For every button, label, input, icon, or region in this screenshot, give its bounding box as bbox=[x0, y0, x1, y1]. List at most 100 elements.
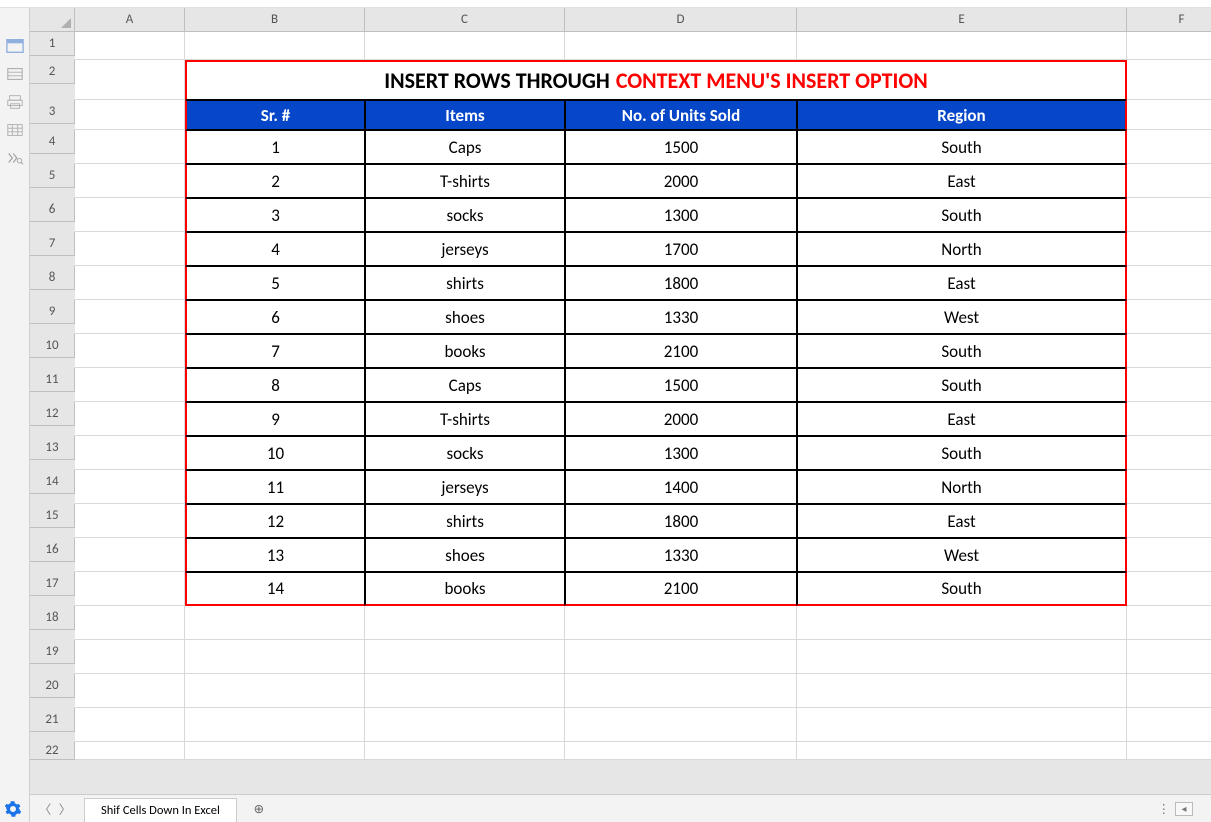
table-cell-r4-c2[interactable]: 1700 bbox=[565, 232, 797, 266]
cell-D20[interactable] bbox=[565, 674, 797, 708]
cell-F4[interactable] bbox=[1127, 130, 1211, 164]
col-head-F[interactable]: F bbox=[1127, 8, 1211, 32]
cell-B1[interactable] bbox=[185, 32, 365, 60]
table-cell-r12-c3[interactable]: East bbox=[797, 504, 1127, 538]
cell-F12[interactable] bbox=[1127, 402, 1211, 436]
cell-F8[interactable] bbox=[1127, 266, 1211, 300]
table-cell-r8-c2[interactable]: 1500 bbox=[565, 368, 797, 402]
cell-A1[interactable] bbox=[75, 32, 185, 60]
row-head-20[interactable]: 20 bbox=[30, 674, 75, 698]
table-cell-r11-c1[interactable]: jerseys bbox=[365, 470, 565, 504]
cell-A22[interactable] bbox=[75, 742, 185, 760]
row-head-14[interactable]: 14 bbox=[30, 470, 75, 494]
sidebar-icon-grid[interactable] bbox=[6, 122, 24, 138]
table-cell-r10-c1[interactable]: socks bbox=[365, 436, 565, 470]
cell-F14[interactable] bbox=[1127, 470, 1211, 504]
table-cell-r7-c2[interactable]: 2100 bbox=[565, 334, 797, 368]
cell-A10[interactable] bbox=[75, 334, 185, 368]
row-head-6[interactable]: 6 bbox=[30, 198, 75, 222]
table-cell-r7-c3[interactable]: South bbox=[797, 334, 1127, 368]
table-cell-r1-c0[interactable]: 1 bbox=[185, 130, 365, 164]
cell-F2[interactable] bbox=[1127, 60, 1211, 100]
cell-A14[interactable] bbox=[75, 470, 185, 504]
cell-E22[interactable] bbox=[797, 742, 1127, 760]
row-head-7[interactable]: 7 bbox=[30, 232, 75, 256]
table-cell-r14-c2[interactable]: 2100 bbox=[565, 572, 797, 606]
row-head-4[interactable]: 4 bbox=[30, 130, 75, 154]
table-cell-r3-c0[interactable]: 3 bbox=[185, 198, 365, 232]
cell-D22[interactable] bbox=[565, 742, 797, 760]
table-cell-r7-c0[interactable]: 7 bbox=[185, 334, 365, 368]
cell-A12[interactable] bbox=[75, 402, 185, 436]
table-cell-r10-c2[interactable]: 1300 bbox=[565, 436, 797, 470]
table-cell-r5-c1[interactable]: shirts bbox=[365, 266, 565, 300]
select-all-corner[interactable] bbox=[30, 8, 75, 32]
cell-D18[interactable] bbox=[565, 606, 797, 640]
cell-F21[interactable] bbox=[1127, 708, 1211, 742]
col-head-B[interactable]: B bbox=[185, 8, 365, 32]
cell-F13[interactable] bbox=[1127, 436, 1211, 470]
table-cell-r9-c2[interactable]: 2000 bbox=[565, 402, 797, 436]
table-cell-r1-c1[interactable]: Caps bbox=[365, 130, 565, 164]
cell-A19[interactable] bbox=[75, 640, 185, 674]
table-cell-r1-c3[interactable]: South bbox=[797, 130, 1127, 164]
cell-A6[interactable] bbox=[75, 198, 185, 232]
table-cell-r8-c0[interactable]: 8 bbox=[185, 368, 365, 402]
cell-A3[interactable] bbox=[75, 100, 185, 130]
table-cell-r12-c0[interactable]: 12 bbox=[185, 504, 365, 538]
cell-A21[interactable] bbox=[75, 708, 185, 742]
row-head-9[interactable]: 9 bbox=[30, 300, 75, 324]
cell-B18[interactable] bbox=[185, 606, 365, 640]
row-head-19[interactable]: 19 bbox=[30, 640, 75, 664]
row-head-10[interactable]: 10 bbox=[30, 334, 75, 358]
cell-E21[interactable] bbox=[797, 708, 1127, 742]
cell-F18[interactable] bbox=[1127, 606, 1211, 640]
table-cell-r5-c0[interactable]: 5 bbox=[185, 266, 365, 300]
table-cell-r2-c0[interactable]: 2 bbox=[185, 164, 365, 198]
col-head-A[interactable]: A bbox=[75, 8, 185, 32]
cell-F3[interactable] bbox=[1127, 100, 1211, 130]
table-cell-r9-c0[interactable]: 9 bbox=[185, 402, 365, 436]
cell-B19[interactable] bbox=[185, 640, 365, 674]
table-cell-r6-c3[interactable]: West bbox=[797, 300, 1127, 334]
cell-A8[interactable] bbox=[75, 266, 185, 300]
cell-A4[interactable] bbox=[75, 130, 185, 164]
table-cell-r1-c2[interactable]: 1500 bbox=[565, 130, 797, 164]
cell-C19[interactable] bbox=[365, 640, 565, 674]
add-sheet-button[interactable]: ⊕ bbox=[247, 797, 271, 821]
cell-E18[interactable] bbox=[797, 606, 1127, 640]
row-head-11[interactable]: 11 bbox=[30, 368, 75, 392]
table-cell-r14-c0[interactable]: 14 bbox=[185, 572, 365, 606]
cell-C21[interactable] bbox=[365, 708, 565, 742]
table-cell-r3-c2[interactable]: 1300 bbox=[565, 198, 797, 232]
cell-A13[interactable] bbox=[75, 436, 185, 470]
table-cell-r12-c2[interactable]: 1800 bbox=[565, 504, 797, 538]
cell-A9[interactable] bbox=[75, 300, 185, 334]
table-cell-r10-c3[interactable]: South bbox=[797, 436, 1127, 470]
table-cell-r6-c2[interactable]: 1330 bbox=[565, 300, 797, 334]
row-head-2[interactable]: 2 bbox=[30, 60, 75, 84]
col-head-E[interactable]: E bbox=[797, 8, 1127, 32]
sidebar-icon-1[interactable] bbox=[6, 38, 24, 54]
table-cell-r11-c3[interactable]: North bbox=[797, 470, 1127, 504]
cell-A5[interactable] bbox=[75, 164, 185, 198]
table-header-1[interactable]: Items bbox=[365, 100, 565, 130]
hscroll-left[interactable]: ◂ bbox=[1175, 802, 1193, 816]
sheet-tab-active[interactable]: Shif Cells Down In Excel bbox=[84, 798, 237, 822]
cell-E19[interactable] bbox=[797, 640, 1127, 674]
cell-F19[interactable] bbox=[1127, 640, 1211, 674]
table-cell-r8-c1[interactable]: Caps bbox=[365, 368, 565, 402]
cell-F17[interactable] bbox=[1127, 572, 1211, 606]
cell-A18[interactable] bbox=[75, 606, 185, 640]
table-cell-r9-c3[interactable]: East bbox=[797, 402, 1127, 436]
table-cell-r11-c2[interactable]: 1400 bbox=[565, 470, 797, 504]
cell-A20[interactable] bbox=[75, 674, 185, 708]
cell-F6[interactable] bbox=[1127, 198, 1211, 232]
settings-gear-icon[interactable] bbox=[4, 800, 22, 818]
cell-F16[interactable] bbox=[1127, 538, 1211, 572]
cell-A7[interactable] bbox=[75, 232, 185, 266]
table-cell-r4-c0[interactable]: 4 bbox=[185, 232, 365, 266]
table-cell-r6-c0[interactable]: 6 bbox=[185, 300, 365, 334]
cell-C20[interactable] bbox=[365, 674, 565, 708]
cell-A11[interactable] bbox=[75, 368, 185, 402]
